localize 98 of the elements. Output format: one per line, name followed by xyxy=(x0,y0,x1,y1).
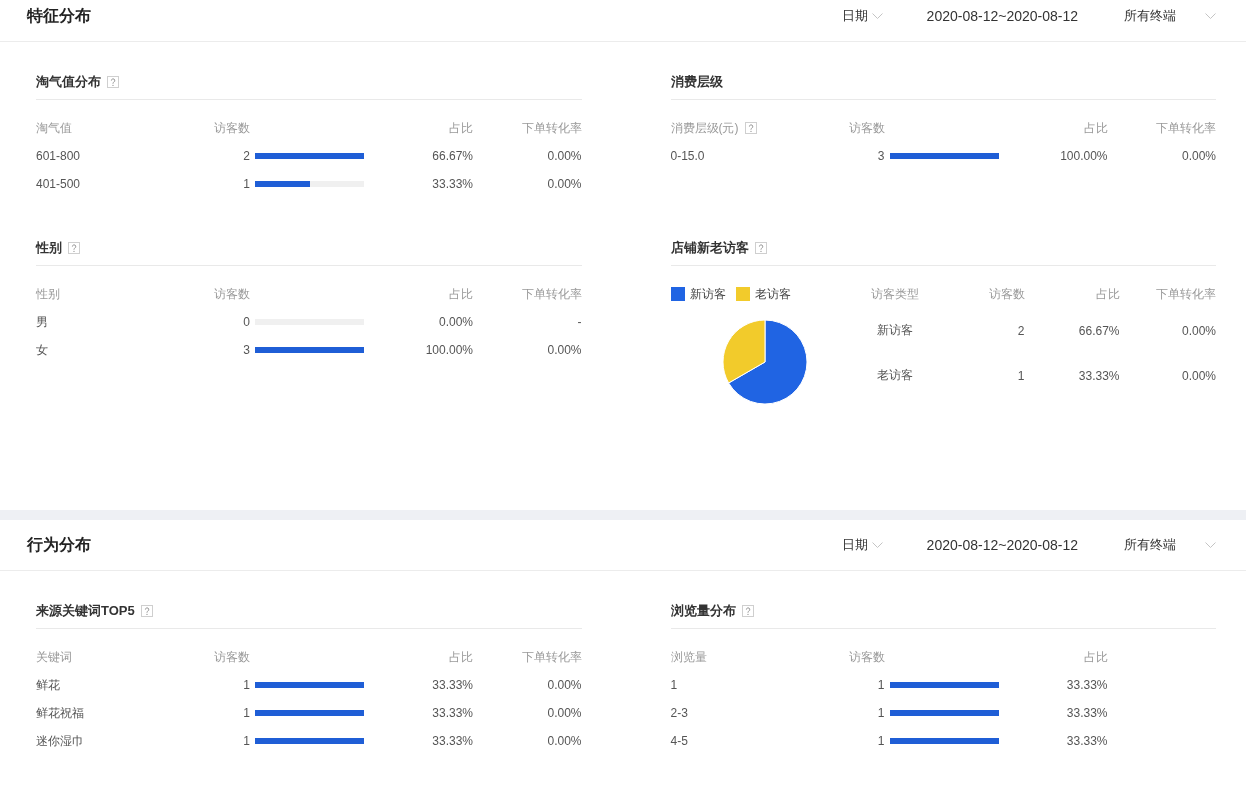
table-cell: 0.00% xyxy=(547,343,582,357)
help-icon[interactable] xyxy=(107,75,119,88)
table-cell: - xyxy=(577,315,582,329)
column-header: 访客数 xyxy=(214,119,250,137)
legend-label: 新访客 xyxy=(689,285,726,303)
column-header: 访客类型 xyxy=(870,285,919,303)
date-range: 2020-08-12~2020-08-12 xyxy=(926,8,1078,24)
table-cell: 鲜花 xyxy=(36,676,60,694)
table-cell: 0.00% xyxy=(438,315,473,329)
column-header: 下单转化率 xyxy=(1156,119,1216,137)
panel-title: 消费层级 xyxy=(670,72,723,91)
table-cell: 0.00% xyxy=(547,734,582,748)
table-cell: 迷你湿巾 xyxy=(36,732,84,750)
table-cell: 男 xyxy=(36,313,48,331)
help-icon[interactable] xyxy=(140,604,153,617)
column-header: 下单转化率 xyxy=(521,648,582,666)
table-cell: 女 xyxy=(36,341,48,359)
table-cell: 1 xyxy=(243,734,250,748)
column-header: 淘气值 xyxy=(36,119,72,137)
section-title: 行为分布 xyxy=(27,534,91,555)
table-cell: 新访客 xyxy=(876,322,913,339)
date-range: 2020-08-12~2020-08-12 xyxy=(926,537,1078,553)
column-header: 浏览量 xyxy=(670,648,707,666)
column-header: 关键词 xyxy=(36,648,72,666)
table-cell: 1 xyxy=(670,678,678,692)
table-cell: 33.33% xyxy=(432,734,473,748)
column-header: 下单转化率 xyxy=(521,285,582,303)
panel-title: 来源关键词TOP5 xyxy=(36,601,135,620)
table-cell: 1 xyxy=(877,678,885,692)
column-header: 占比 xyxy=(1083,648,1108,666)
table-cell: 0 xyxy=(243,315,250,329)
column-header: 性别 xyxy=(36,285,60,303)
panel-title: 淘气值分布 xyxy=(36,72,101,91)
table-cell: 鲜花祝福 xyxy=(36,704,84,722)
table-cell: 66.67% xyxy=(1078,323,1120,338)
table-cell: 601-800 xyxy=(36,149,81,163)
table-cell: 33.33% xyxy=(432,177,473,191)
column-header: 访客数 xyxy=(848,119,885,137)
table-cell: 1 xyxy=(877,734,885,748)
chevron-down-icon xyxy=(1205,542,1216,548)
column-header: 占比 xyxy=(449,119,473,137)
table-cell: 0.00% xyxy=(547,149,582,163)
column-header: 占比 xyxy=(449,648,473,666)
help-icon[interactable] xyxy=(744,122,757,134)
help-icon[interactable] xyxy=(68,241,80,254)
table-cell: 100.00% xyxy=(425,343,473,357)
panel-title: 性别 xyxy=(36,238,62,257)
column-header: 消费层级(元) xyxy=(670,119,739,137)
date-type-dropdown[interactable]: 日期 xyxy=(841,7,883,25)
column-header: 占比 xyxy=(449,285,473,303)
panel-title: 浏览量分布 xyxy=(670,601,736,620)
table-cell: 33.33% xyxy=(1066,678,1108,692)
chevron-down-icon xyxy=(871,542,883,548)
table-cell: 1 xyxy=(877,706,885,720)
table-cell: 1 xyxy=(243,177,250,191)
table-cell: 0.00% xyxy=(547,706,582,720)
table-cell: 2 xyxy=(243,149,250,163)
table-cell: 1 xyxy=(243,678,250,692)
table-cell: 0.00% xyxy=(547,678,582,692)
help-icon[interactable] xyxy=(741,604,754,617)
table-cell: 33.33% xyxy=(432,706,473,720)
column-header: 下单转化率 xyxy=(1156,285,1216,303)
table-cell: 66.67% xyxy=(432,149,473,163)
table-cell: 33.33% xyxy=(1066,706,1108,720)
help-icon[interactable] xyxy=(754,241,767,254)
section-title: 特征分布 xyxy=(27,5,91,26)
column-header: 占比 xyxy=(1083,119,1108,137)
terminal-dropdown[interactable]: 所有终端 xyxy=(1124,536,1216,554)
table-cell: 1 xyxy=(243,706,250,720)
column-header: 下单转化率 xyxy=(521,119,582,137)
table-cell: 0.00% xyxy=(547,177,582,191)
table-cell: 33.33% xyxy=(1066,734,1108,748)
table-cell: 33.33% xyxy=(1078,368,1120,383)
chevron-down-icon xyxy=(1205,13,1216,19)
table-cell: 401-500 xyxy=(36,177,81,191)
table-cell: 0.00% xyxy=(1181,323,1216,338)
table-cell: 100.00% xyxy=(1060,149,1108,163)
terminal-dropdown[interactable]: 所有终端 xyxy=(1124,7,1216,25)
column-header: 占比 xyxy=(1095,285,1120,303)
panel-title: 店铺新老访客 xyxy=(670,238,749,257)
table-cell: 0.00% xyxy=(1181,368,1216,383)
column-header: 访客数 xyxy=(848,648,885,666)
column-header: 访客数 xyxy=(214,648,250,666)
column-header: 访客数 xyxy=(988,285,1025,303)
table-cell: 3 xyxy=(243,343,250,357)
chevron-down-icon xyxy=(871,13,883,19)
table-cell: 0-15.0 xyxy=(670,149,705,163)
legend-label: 老访客 xyxy=(754,285,791,303)
table-cell: 4-5 xyxy=(670,734,688,748)
table-cell: 3 xyxy=(877,149,885,163)
column-header: 访客数 xyxy=(214,285,250,303)
table-cell: 0.00% xyxy=(1181,149,1216,163)
table-cell: 33.33% xyxy=(432,678,473,692)
table-cell: 2 xyxy=(1017,323,1025,338)
table-cell: 1 xyxy=(1017,368,1025,383)
date-type-dropdown[interactable]: 日期 xyxy=(841,536,883,554)
table-cell: 2-3 xyxy=(670,706,688,720)
table-cell: 老访客 xyxy=(876,367,913,384)
